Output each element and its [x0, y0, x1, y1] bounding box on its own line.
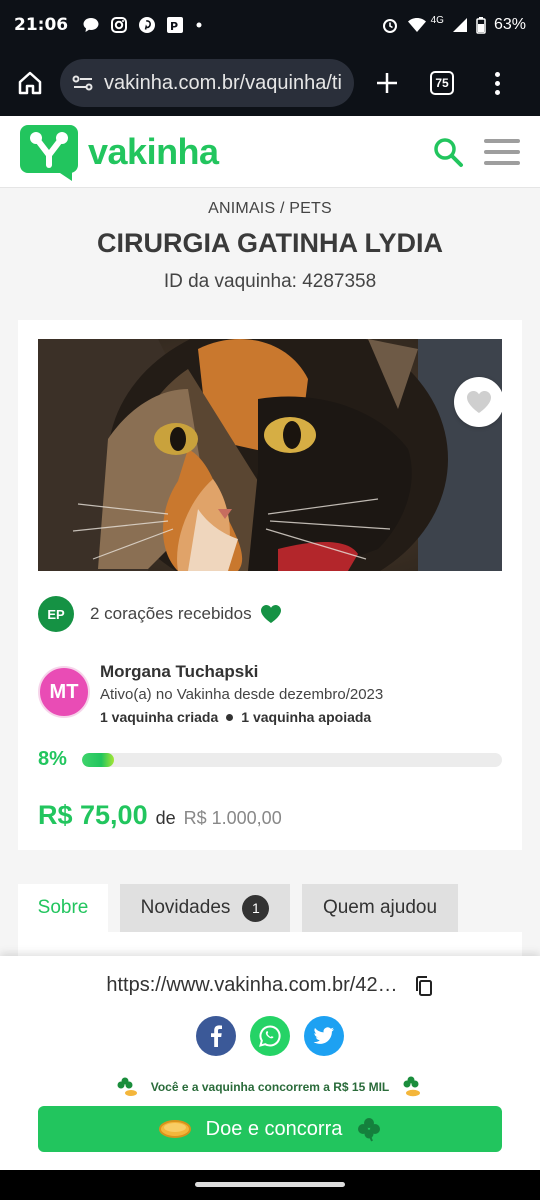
tab-sobre[interactable]: Sobre: [18, 884, 108, 932]
battery-icon: [476, 17, 486, 34]
site-settings-icon[interactable]: [72, 74, 94, 92]
twitter-share-button[interactable]: [304, 1016, 344, 1056]
campaign-id: ID da vaquinha: 4287358: [163, 271, 377, 292]
menu-dot-icon: [494, 89, 500, 95]
site-header: vakinha: [0, 116, 540, 188]
campaign-owner: MT Morgana Tuchapski Ativo(a) no Vakinha…: [38, 662, 383, 725]
vakinha-logo-icon[interactable]: [20, 123, 78, 181]
status-time: 21:06: [14, 15, 69, 35]
promo-text: Você e a vaquinha concorrem a R$ 15 MIL: [150, 1080, 390, 1094]
count-badge: 1: [242, 894, 270, 922]
progress-bar: [82, 752, 502, 767]
new-tab-button[interactable]: [372, 63, 402, 103]
twitter-icon: [313, 1027, 334, 1044]
progress: 8%: [38, 748, 502, 771]
clover-icon: [358, 1118, 381, 1142]
hearts-count-text: 2 corações recebidos: [90, 604, 252, 623]
menu-line: [484, 160, 520, 165]
network-type: 4G: [430, 14, 444, 26]
tab-label: Quem ajudou: [322, 897, 438, 918]
hamburger-menu-icon[interactable]: [484, 138, 520, 165]
owner-supported-count: 1 vaquinha apoiada: [241, 709, 372, 725]
share-link-row: https://www.vakinha.com.br/42…: [0, 974, 540, 997]
share-panel: https://www.vakinha.com.br/42… Você e a …: [0, 956, 540, 1170]
campaign-header: ANIMAIS / PETS CIRURGIA GATINHA LYDIA ID…: [0, 200, 540, 293]
tab-label: Sobre: [37, 897, 89, 918]
svg-text:P: P: [170, 20, 178, 33]
wifi-icon: [407, 18, 426, 32]
clover-coin-icon: [403, 1076, 421, 1097]
instagram-icon: [111, 17, 128, 33]
copy-icon[interactable]: [414, 975, 434, 997]
signal-icon: [452, 18, 467, 32]
menu-line: [484, 138, 520, 143]
page-title: CIRURGIA GATINHA LYDIA: [96, 228, 443, 258]
logo-text[interactable]: vakinha: [88, 131, 219, 173]
pinterest-icon: [139, 17, 156, 33]
donate-button[interactable]: Doe e concorra: [38, 1106, 502, 1152]
alarm-icon: [382, 19, 397, 33]
owner-created-count: 1 vaquinha criada: [100, 709, 219, 725]
address-text: vakinha.com.br/vaquinha/ti: [104, 71, 342, 94]
campaign-tabs: Sobre Novidades 1 Quem ajudou: [18, 884, 458, 932]
amount-summary: R$ 75,00 de R$ 1.000,00: [38, 800, 282, 831]
menu-line: [484, 149, 520, 154]
campaign-photo[interactable]: [38, 339, 502, 571]
system-status: 4G 63%: [381, 14, 526, 34]
share-url[interactable]: https://www.vakinha.com.br/42…: [106, 974, 397, 997]
campaign-card: EP 2 corações recebidos MT Morgana Tucha…: [18, 320, 522, 850]
tab-switcher-button[interactable]: 75: [430, 71, 454, 95]
picpay-icon: P: [167, 17, 184, 33]
owner-name[interactable]: Morgana Tuchapski: [100, 662, 383, 682]
status-bar: 21:06 P 4G 63%: [0, 0, 540, 50]
battery-level: 63%: [493, 16, 526, 33]
browser-menu-button[interactable]: [492, 71, 502, 95]
tab-label: Novidades: [140, 897, 231, 918]
gold-coin-icon: [158, 1120, 191, 1138]
avatar[interactable]: EP: [38, 596, 74, 632]
progress-bar-fill: [82, 752, 114, 767]
facebook-icon: [211, 1025, 222, 1047]
notification-icons: P: [82, 16, 204, 34]
home-icon: [18, 71, 42, 95]
tab-quem-ajudou[interactable]: Quem ajudou: [302, 884, 458, 932]
menu-dot-icon: [494, 80, 500, 86]
owner-avatar[interactable]: MT: [38, 666, 90, 718]
whatsapp-share-button[interactable]: [250, 1016, 290, 1056]
hearts-received: EP 2 corações recebidos: [38, 596, 282, 632]
favorite-button[interactable]: [454, 377, 502, 427]
browser-toolbar: vakinha.com.br/vaquinha/ti 75: [0, 50, 540, 116]
cat-photo-image: [38, 339, 502, 571]
heart-outline-icon: [467, 391, 491, 413]
separator-dot-icon: [226, 713, 234, 721]
search-icon[interactable]: [430, 134, 466, 170]
social-share-buttons: [0, 1016, 540, 1056]
donate-label: Doe e concorra: [205, 1117, 343, 1140]
home-button[interactable]: [10, 63, 50, 103]
dot-icon: [196, 22, 202, 28]
heart-icon: [260, 605, 281, 623]
whatsapp-icon: [259, 1025, 281, 1047]
facebook-share-button[interactable]: [196, 1016, 236, 1056]
amount-of-label: de: [155, 808, 176, 828]
amount-goal: R$ 1.000,00: [183, 808, 282, 828]
gesture-handle[interactable]: [195, 1182, 345, 1187]
system-nav-bar: [0, 1170, 540, 1200]
owner-stats: 1 vaquinha criada 1 vaquinha apoiada: [100, 709, 383, 725]
campaign-category[interactable]: ANIMAIS / PETS: [0, 200, 540, 218]
chat-bubble-icon: [83, 18, 99, 32]
address-bar[interactable]: vakinha.com.br/vaquinha/ti: [60, 59, 354, 107]
clover-coin-icon: [117, 1077, 137, 1096]
plus-icon: [377, 73, 397, 93]
tab-novidades[interactable]: Novidades 1: [120, 884, 290, 932]
owner-since: Ativo(a) no Vakinha desde dezembro/2023: [100, 686, 384, 703]
progress-percent: 8%: [38, 748, 67, 770]
promo-banner: Você e a vaquinha concorrem a R$ 15 MIL: [0, 1076, 540, 1098]
amount-raised: R$ 75,00: [38, 800, 148, 830]
menu-dot-icon: [494, 71, 500, 77]
owner-info: Morgana Tuchapski Ativo(a) no Vakinha de…: [100, 662, 383, 725]
